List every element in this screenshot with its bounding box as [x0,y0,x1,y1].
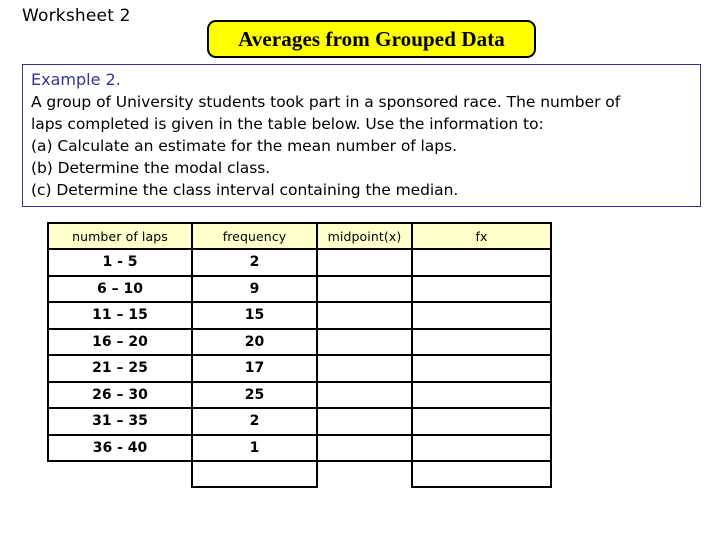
column-header-midpoint: midpoint(x) [316,222,413,250]
example-line-4: (b) Determine the modal class. [31,159,271,177]
title-banner: Averages from Grouped Data [207,20,536,58]
cell-fx[interactable] [411,407,552,436]
worksheet-label: Worksheet 2 [22,6,131,26]
cell-laps: 36 - 40 [47,433,193,462]
table-row: 26 – 30 25 [47,380,552,409]
cell-midpoint[interactable] [316,433,413,462]
table-header-row: number of laps frequency midpoint(x) fx [47,222,552,250]
summary-cell-empty [48,461,192,487]
cell-midpoint[interactable] [316,354,413,383]
column-header-frequency: frequency [191,222,318,250]
cell-frequency: 17 [191,354,318,383]
cell-laps: 26 – 30 [47,380,193,409]
table-row: 16 – 20 20 [47,327,552,356]
column-header-number-of-laps: number of laps [47,222,193,250]
page-title: Averages from Grouped Data [238,26,505,51]
table-summary-row [48,460,552,488]
summary-cell-midpoint [317,461,412,487]
cell-midpoint[interactable] [316,301,413,330]
cell-laps: 11 – 15 [47,301,193,330]
cell-midpoint[interactable] [316,380,413,409]
table-row: 31 – 35 2 [47,407,552,436]
cell-frequency: 25 [191,380,318,409]
table-row: 11 – 15 15 [47,301,552,330]
cell-laps: 21 – 25 [47,354,193,383]
example-line-1: A group of University students took part… [31,93,621,111]
cell-fx[interactable] [411,380,552,409]
example-line-5: (c) Determine the class interval contain… [31,181,459,199]
cell-laps: 16 – 20 [47,327,193,356]
grouped-data-table: number of laps frequency midpoint(x) fx … [47,222,552,488]
cell-frequency: 2 [191,407,318,436]
cell-laps: 1 - 5 [47,248,193,277]
cell-fx[interactable] [411,433,552,462]
table-row: 36 - 40 1 [47,433,552,462]
cell-midpoint[interactable] [316,407,413,436]
table-row: 21 – 25 17 [47,354,552,383]
cell-frequency: 9 [191,274,318,303]
cell-laps: 31 – 35 [47,407,193,436]
table-row: 6 – 10 9 [47,274,552,303]
cell-frequency: 1 [191,433,318,462]
cell-fx[interactable] [411,354,552,383]
example-box: Example 2. A group of University student… [22,64,701,207]
cell-fx[interactable] [411,327,552,356]
example-heading: Example 2. [31,70,121,89]
table-row: 1 - 5 2 [47,248,552,277]
column-header-fx: fx [411,222,552,250]
cell-midpoint[interactable] [316,248,413,277]
summary-cell-frequency[interactable] [191,460,318,488]
cell-frequency: 2 [191,248,318,277]
example-line-2: laps completed is given in the table bel… [31,115,544,133]
summary-cell-fx[interactable] [411,460,552,488]
cell-frequency: 15 [191,301,318,330]
example-line-3: (a) Calculate an estimate for the mean n… [31,137,457,155]
cell-fx[interactable] [411,248,552,277]
cell-fx[interactable] [411,274,552,303]
cell-laps: 6 – 10 [47,274,193,303]
cell-midpoint[interactable] [316,327,413,356]
cell-midpoint[interactable] [316,274,413,303]
cell-fx[interactable] [411,301,552,330]
cell-frequency: 20 [191,327,318,356]
